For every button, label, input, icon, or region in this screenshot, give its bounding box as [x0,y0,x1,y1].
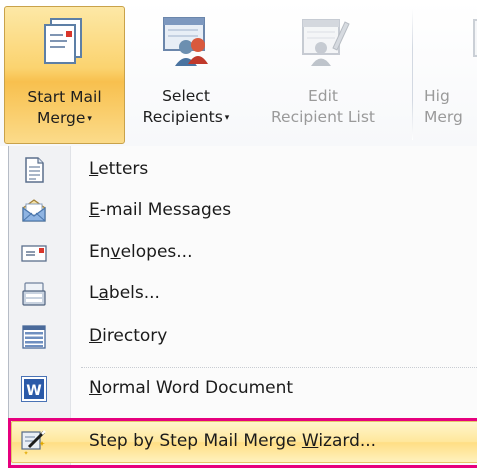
start-mail-merge-line2: Merge [37,109,86,127]
dropdown-caret-icon: ▾ [87,114,92,124]
envelope-icon [21,240,47,266]
menu-item-normal-word-document[interactable]: W Normal Word Document [9,371,477,411]
highlight-merge-fields-line2: Merg [424,108,463,126]
menu-item-label: Envelopes... [89,242,193,262]
ribbon-separator [412,8,413,140]
edit-recipient-list-line1: Edit [307,87,339,105]
select-recipients-button[interactable]: Select Recipients ▾ [127,6,245,144]
select-recipients-icon [158,12,214,68]
directory-icon [21,324,47,350]
select-recipients-line1: Select [162,87,210,105]
edit-recipient-list-icon [295,12,351,68]
edit-recipient-list-line2: Recipient List [270,108,376,126]
menu-item-label: E-mail Messages [89,200,232,220]
labels-icon [21,281,47,307]
start-mail-merge-button[interactable]: Start Mail Merge ▾ [4,6,125,144]
menu-item-directory[interactable]: Directory [9,317,477,357]
word-document-icon: W [21,376,47,402]
menu-item-envelopes[interactable]: Envelopes... [9,233,477,273]
highlight-merge-fields-button[interactable]: Hig Merg [422,6,477,144]
menu-item-letters[interactable]: Letters [9,150,477,190]
menu-item-step-by-step-wizard[interactable]: Step by Step Mail Merge Wizard... [9,419,477,465]
email-icon [21,198,47,224]
menu-item-label: Letters [89,159,149,179]
ribbon-mailings-group: Start Mail Merge ▾ Select Recipients ▾ E… [0,0,477,146]
menu-separator [81,367,477,368]
dropdown-caret-icon: ▾ [224,113,230,123]
highlight-merge-fields-line1: Hig [424,87,450,105]
menu-item-label: Step by Step Mail Merge Wizard... [89,431,377,451]
menu-item-label: Labels... [89,283,160,303]
menu-item-label: Normal Word Document [89,378,294,398]
menu-item-email-messages[interactable]: E-mail Messages [9,191,477,231]
start-mail-merge-icon [37,13,93,69]
letters-icon [21,157,47,183]
mail-merge-screenshot: Start Mail Merge ▾ Select Recipients ▾ E… [0,0,477,473]
start-mail-merge-menu: Letters E-mail Messages Envelopes... Lab… [8,146,477,468]
menu-item-labels[interactable]: Labels... [9,274,477,314]
start-mail-merge-line1: Start Mail [27,88,102,106]
svg-text:W: W [26,383,41,399]
edit-recipient-list-button[interactable]: Edit Recipient List [247,6,399,144]
select-recipients-line2: Recipients [142,108,223,126]
highlight-merge-fields-icon [470,12,477,68]
menu-item-label: Directory [89,326,168,346]
wizard-icon [21,429,47,455]
